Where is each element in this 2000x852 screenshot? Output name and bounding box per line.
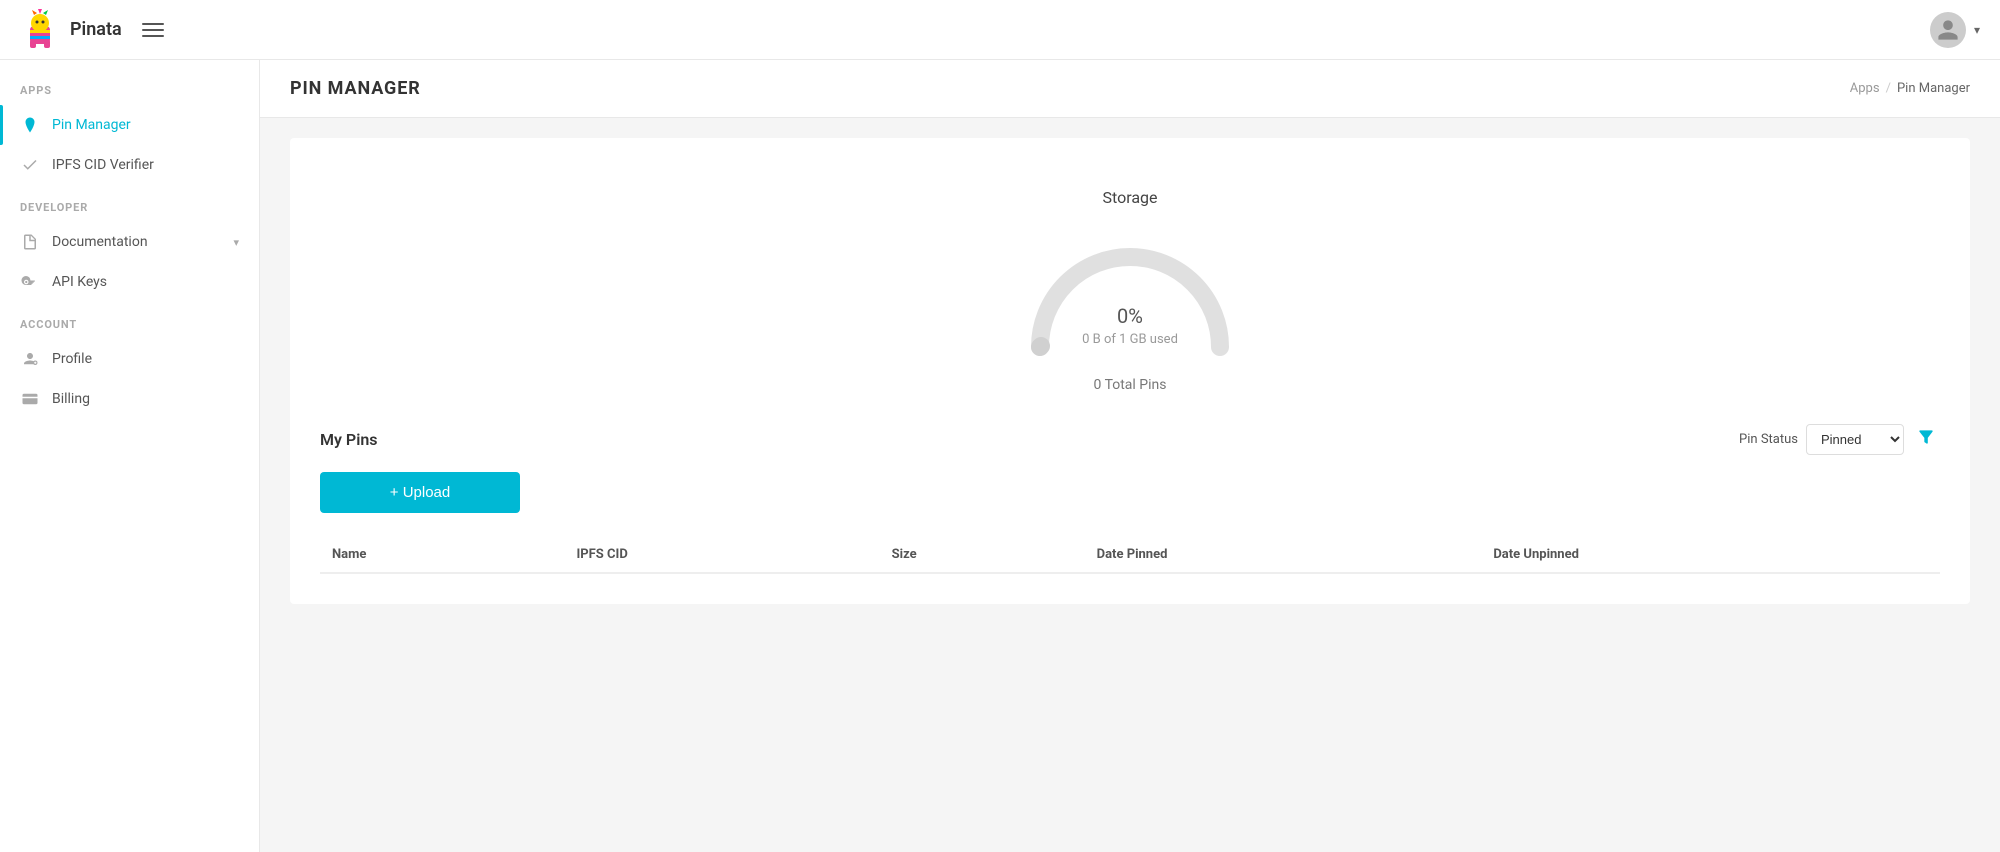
sidebar-section-account: ACCOUNT <box>0 318 259 331</box>
sidebar-item-api-keys-label: API Keys <box>52 274 239 290</box>
profile-icon <box>20 349 40 369</box>
main-content: PIN MANAGER Apps / Pin Manager Storage <box>260 60 2000 852</box>
pins-table: Name IPFS CID Size Date Pinned Date Unpi… <box>320 537 1940 574</box>
breadcrumb-separator: / <box>1886 81 1891 96</box>
gauge-center-text: 0% 0 B of 1 GB used <box>1082 304 1178 347</box>
pins-table-header-row: Name IPFS CID Size Date Pinned Date Unpi… <box>320 537 1940 573</box>
filter-button[interactable] <box>1912 423 1940 456</box>
total-pins: 0 Total Pins <box>1094 377 1167 393</box>
sidebar-item-billing[interactable]: Billing <box>0 379 259 419</box>
pin-status-label: Pin Status <box>1739 432 1798 447</box>
user-avatar[interactable] <box>1930 12 1966 48</box>
page-header: PIN MANAGER Apps / Pin Manager <box>260 60 2000 118</box>
pins-section: My Pins Pin Status Pinned Unpinned All <box>320 423 1940 574</box>
breadcrumb-root[interactable]: Apps <box>1850 81 1880 96</box>
sidebar-item-pin-manager-label: Pin Manager <box>52 117 239 133</box>
col-ipfs-cid: IPFS CID <box>564 537 879 573</box>
page-title: PIN MANAGER <box>290 78 421 99</box>
storage-percent: 0% <box>1082 304 1178 328</box>
storage-section: Storage 0% 0 B of 1 GB used 0 Total Pins <box>320 168 1940 403</box>
pin-icon <box>20 115 40 135</box>
sidebar-item-ipfs-label: IPFS CID Verifier <box>52 157 239 173</box>
billing-icon <box>20 389 40 409</box>
col-date-unpinned: Date Unpinned <box>1481 537 1940 573</box>
sidebar-item-profile-label: Profile <box>52 351 239 367</box>
top-nav: Pinata ▾ <box>0 0 2000 60</box>
breadcrumb: Apps / Pin Manager <box>1850 81 1970 96</box>
filter-icon <box>1916 427 1936 447</box>
logo-area: Pinata <box>20 8 122 52</box>
doc-icon <box>20 232 40 252</box>
col-size: Size <box>880 537 1085 573</box>
documentation-chevron-icon: ▾ <box>233 236 239 249</box>
top-nav-right: ▾ <box>1930 12 1980 48</box>
sidebar-item-documentation-label: Documentation <box>52 234 221 250</box>
key-icon <box>20 272 40 292</box>
sidebar: APPS Pin Manager IPFS CID Verifier DEVEL… <box>0 60 260 852</box>
breadcrumb-current: Pin Manager <box>1897 81 1970 96</box>
storage-used: 0 B of 1 GB used <box>1082 332 1178 347</box>
app-name: Pinata <box>70 19 122 40</box>
pins-table-head: Name IPFS CID Size Date Pinned Date Unpi… <box>320 537 1940 573</box>
main-card: Storage 0% 0 B of 1 GB used 0 Total Pins <box>290 138 1970 604</box>
app-layout: APPS Pin Manager IPFS CID Verifier DEVEL… <box>0 60 2000 852</box>
hamburger-button[interactable] <box>138 19 168 41</box>
pin-status-filter: Pin Status Pinned Unpinned All <box>1739 423 1940 456</box>
sidebar-section-developer: DEVELOPER <box>0 201 259 214</box>
upload-button-label: + Upload <box>390 484 450 501</box>
sidebar-item-profile[interactable]: Profile <box>0 339 259 379</box>
sidebar-item-billing-label: Billing <box>52 391 239 407</box>
sidebar-item-documentation[interactable]: Documentation ▾ <box>0 222 259 262</box>
upload-button[interactable]: + Upload <box>320 472 520 513</box>
pin-status-select[interactable]: Pinned Unpinned All <box>1806 424 1904 455</box>
pins-title: My Pins <box>320 430 378 449</box>
logo-icon <box>20 8 60 52</box>
pins-header: My Pins Pin Status Pinned Unpinned All <box>320 423 1940 456</box>
col-date-pinned: Date Pinned <box>1085 537 1482 573</box>
top-nav-left: Pinata <box>20 8 168 52</box>
sidebar-section-apps: APPS <box>0 84 259 97</box>
sidebar-item-pin-manager[interactable]: Pin Manager <box>0 105 259 145</box>
storage-gauge: 0% 0 B of 1 GB used <box>1020 227 1240 357</box>
sidebar-item-api-keys[interactable]: API Keys <box>0 262 259 302</box>
col-name: Name <box>320 537 564 573</box>
user-menu-chevron[interactable]: ▾ <box>1974 23 1980 37</box>
sidebar-item-ipfs-cid-verifier[interactable]: IPFS CID Verifier <box>0 145 259 185</box>
storage-title: Storage <box>1103 188 1158 207</box>
check-icon <box>20 155 40 175</box>
